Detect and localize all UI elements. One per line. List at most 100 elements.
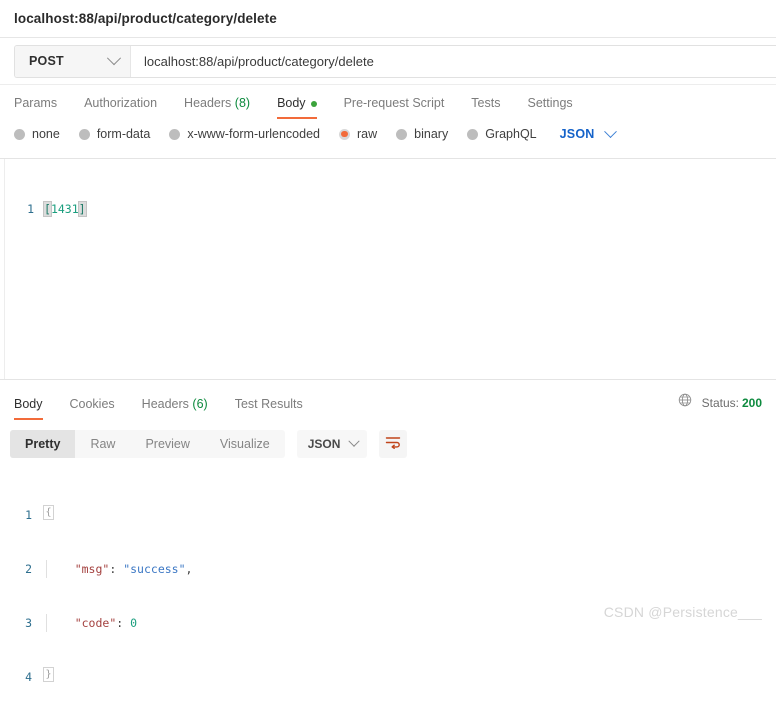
response-view-mode-group: Pretty Raw Preview Visualize (10, 430, 285, 458)
tab-body[interactable]: Body (277, 96, 317, 119)
radio-selected-icon (339, 128, 350, 140)
response-format-select[interactable]: JSON (296, 430, 367, 458)
body-type-form-data[interactable]: form-data (78, 127, 151, 141)
view-mode-label: Visualize (219, 437, 270, 451)
line-number: 2 (25, 562, 32, 576)
response-body-code[interactable]: 1 { 2 "msg": "success", 3 "code": 0 4 } (0, 470, 776, 704)
line-number: 1 (27, 202, 34, 216)
token-number: 1431 (50, 202, 79, 216)
radio-label: none (32, 127, 60, 141)
tab-pre-request-script[interactable]: Pre-request Script (344, 96, 445, 119)
response-tab-test-results[interactable]: Test Results (235, 397, 303, 420)
view-mode-preview[interactable]: Preview (130, 430, 204, 458)
code-line-content: "code": 0 (47, 614, 137, 632)
code-line-content: "msg": "success", (47, 560, 193, 578)
radio-label: binary (414, 127, 449, 141)
code-line-content[interactable]: [1431] (43, 200, 87, 218)
url-row: POST localhost:88/api/product/category/d… (14, 44, 776, 78)
tab-label: Headers (184, 96, 232, 110)
code-line: 1 { (0, 505, 776, 524)
body-type-raw[interactable]: raw (339, 127, 377, 141)
pane-divider[interactable] (0, 379, 776, 380)
response-view-toolbar: Pretty Raw Preview Visualize JSON (0, 420, 776, 458)
radio-icon (78, 128, 90, 140)
request-body-editor[interactable]: 1 [1431] (0, 158, 776, 379)
code-block: 1 [1431] (0, 159, 776, 254)
tab-label: Cookies (69, 397, 115, 411)
code-line: 4 } (0, 667, 776, 686)
view-mode-raw[interactable]: Raw (75, 430, 130, 458)
tab-label: Body (277, 96, 306, 110)
status-code: 200 (741, 395, 762, 410)
line-number: 3 (25, 616, 32, 630)
json-value: 0 (130, 616, 138, 630)
tab-tests[interactable]: Tests (471, 96, 500, 119)
code-line: 1 [1431] (0, 200, 776, 218)
tab-count: (8) (234, 96, 251, 110)
json-colon: : (109, 562, 117, 576)
line-number: 1 (25, 508, 32, 522)
body-type-binary[interactable]: binary (396, 127, 448, 141)
response-tab-headers[interactable]: Headers (6) (142, 397, 208, 420)
chevron-down-icon (604, 124, 618, 138)
json-key: "code" (74, 616, 117, 630)
http-method-select[interactable]: POST (15, 45, 131, 77)
response-tab-body[interactable]: Body (14, 397, 43, 420)
url-input[interactable]: localhost:88/api/product/category/delete (131, 45, 776, 77)
tab-label: Authorization (84, 96, 158, 110)
view-mode-label: Raw (90, 437, 116, 451)
tab-label: Body (14, 397, 43, 411)
tab-authorization[interactable]: Authorization (84, 96, 157, 119)
wrap-lines-button[interactable] (378, 430, 407, 458)
chevron-down-icon (106, 51, 122, 66)
request-tabs: Params Authorization Headers (8) Body Pr… (0, 85, 776, 119)
response-format-label: JSON (307, 437, 341, 451)
body-type-none[interactable]: none (14, 127, 60, 141)
raw-format-select[interactable]: JSON (559, 124, 618, 141)
http-method-label: POST (29, 54, 64, 68)
fold-toggle-open[interactable]: { (43, 505, 54, 520)
json-comma: , (185, 562, 193, 576)
json-key: "msg" (74, 562, 110, 576)
tab-count: (6) (192, 397, 208, 411)
body-type-x-www-form-urlencoded[interactable]: x-www-form-urlencoded (169, 127, 320, 141)
json-value: "success" (123, 562, 186, 576)
request-title: localhost:88/api/product/category/delete (14, 11, 277, 26)
radio-icon (169, 128, 181, 140)
wrap-lines-icon (385, 435, 401, 454)
status-label: Status: (701, 395, 739, 410)
body-type-radio-group: none form-data x-www-form-urlencoded raw… (0, 119, 776, 149)
view-mode-label: Pretty (25, 437, 61, 451)
radio-label: form-data (96, 127, 151, 141)
globe-icon (678, 393, 692, 412)
code-line: 2 "msg": "success", (0, 560, 776, 578)
tab-settings[interactable]: Settings (527, 96, 572, 119)
view-mode-visualize[interactable]: Visualize (205, 430, 285, 458)
tab-params[interactable]: Params (14, 96, 57, 119)
view-mode-pretty[interactable]: Pretty (10, 430, 76, 458)
radio-label: x-www-form-urlencoded (187, 127, 320, 141)
radio-icon (14, 128, 25, 140)
radio-label: GraphQL (485, 127, 537, 141)
raw-format-label: JSON (559, 127, 595, 141)
token-open-bracket: [ (43, 201, 52, 217)
view-mode-label: Preview (145, 437, 190, 451)
response-status: Status: 200 (678, 393, 762, 420)
json-colon: : (116, 616, 124, 630)
body-present-dot-icon (310, 100, 317, 107)
token-close-bracket: ] (77, 201, 87, 217)
request-title-bar: localhost:88/api/product/category/delete (0, 0, 776, 38)
radio-icon (396, 128, 408, 140)
tab-headers[interactable]: Headers (8) (184, 96, 250, 119)
response-tabs: Body Cookies Headers (6) Test Results (14, 397, 330, 420)
response-tab-cookies[interactable]: Cookies (70, 397, 115, 420)
tab-label: Settings (527, 96, 573, 110)
fold-toggle-close[interactable]: } (43, 667, 54, 682)
body-type-graphql[interactable]: GraphQL (467, 127, 537, 141)
tab-label: Params (14, 96, 58, 110)
tab-label: Headers (141, 397, 189, 411)
line-number: 4 (25, 670, 32, 684)
tab-label: Pre-request Script (343, 96, 445, 110)
tab-label: Tests (471, 96, 501, 110)
radio-icon (467, 128, 479, 140)
